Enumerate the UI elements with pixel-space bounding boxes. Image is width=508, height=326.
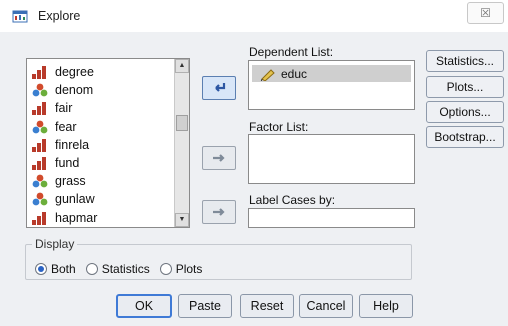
variable-item[interactable]: denom: [27, 81, 189, 99]
move-left-arrow-icon: [215, 83, 226, 92]
variable-item-label: degree: [55, 65, 94, 80]
variable-item-label: gunlaw: [55, 192, 95, 207]
variable-item[interactable]: hapmar: [27, 209, 189, 227]
dependent-list-box[interactable]: educ: [248, 60, 415, 110]
statistics-button[interactable]: Statistics...: [426, 50, 504, 72]
cancel-button[interactable]: Cancel: [299, 294, 353, 318]
variable-item[interactable]: gunlaw: [27, 190, 189, 208]
dependent-list-label: Dependent List:: [249, 45, 334, 59]
factor-list-label: Factor List:: [249, 120, 309, 134]
help-button[interactable]: Help: [359, 294, 413, 318]
move-to-label-cases-button[interactable]: [202, 200, 236, 224]
title-bar: Explore ☒: [0, 0, 508, 32]
move-to-factor-button[interactable]: [202, 146, 236, 170]
nominal-circles-icon: [32, 83, 48, 97]
nominal-circles-icon: [32, 193, 48, 206]
display-plots-label: Plots: [175, 262, 203, 276]
options-button[interactable]: Options...: [426, 101, 504, 123]
bootstrap-button[interactable]: Bootstrap...: [426, 126, 504, 148]
display-group-title: Display: [32, 237, 78, 251]
reset-button[interactable]: Reset: [240, 294, 294, 318]
variable-item[interactable]: finrela: [27, 136, 189, 154]
display-both-radio[interactable]: Both: [35, 262, 76, 276]
scroll-up-arrow-icon[interactable]: ▲: [175, 59, 189, 73]
ordinal-bar-icon: [32, 138, 46, 152]
plots-button[interactable]: Plots...: [426, 76, 504, 98]
label-cases-label: Label Cases by:: [249, 193, 336, 207]
variable-item-label: grass: [55, 174, 86, 189]
radio-unselected-icon: [159, 263, 172, 275]
variable-list-scrollbar[interactable]: ▲ ▼: [174, 59, 189, 227]
variable-item-label: fear: [55, 119, 77, 134]
variable-item[interactable]: fair: [27, 99, 189, 117]
nominal-circles-icon: [32, 174, 48, 188]
variable-item-label: fund: [55, 156, 80, 171]
spss-app-icon: [12, 8, 28, 24]
scroll-down-arrow-icon[interactable]: ▼: [175, 213, 189, 227]
ordinal-bar-icon: [32, 157, 46, 171]
variable-item[interactable]: fear: [27, 118, 189, 136]
variable-item-label: hapmar: [55, 210, 98, 225]
move-right-arrow-icon: [213, 154, 225, 162]
move-right-arrow-icon: [213, 208, 225, 216]
variable-item-label: denom: [55, 83, 94, 98]
display-plots-radio[interactable]: Plots: [159, 262, 203, 276]
display-both-label: Both: [51, 262, 76, 276]
display-statistics-radio[interactable]: Statistics: [85, 262, 150, 276]
close-button[interactable]: ☒: [467, 2, 504, 24]
variable-item[interactable]: degree: [27, 63, 189, 81]
source-variable-list[interactable]: degree denom fair fear finrela fund grass gunla…: [26, 58, 190, 228]
scroll-thumb[interactable]: [176, 115, 188, 131]
factor-list-box[interactable]: [248, 134, 415, 184]
display-radio-row: Both Statistics Plots: [35, 262, 212, 276]
window-title: Explore: [38, 9, 81, 23]
ordinal-bar-icon: [32, 211, 46, 225]
move-to-dependent-button[interactable]: [202, 76, 236, 100]
dependent-item-label: educ: [281, 66, 308, 81]
variable-item-label: fair: [55, 101, 73, 116]
display-statistics-label: Statistics: [101, 262, 150, 276]
paste-button[interactable]: Paste: [178, 294, 232, 318]
ok-button[interactable]: OK: [116, 294, 172, 318]
radio-unselected-icon: [85, 263, 98, 275]
radio-selected-icon: [35, 263, 47, 275]
variable-items: degree denom fair fear finrela fund grass gunla…: [27, 59, 189, 227]
variable-item-label: finrela: [55, 137, 90, 152]
display-group: Display Both Statistics Plots: [25, 237, 412, 280]
scale-pencil-icon: [260, 68, 275, 81]
variable-item[interactable]: grass: [27, 172, 189, 190]
label-cases-box[interactable]: [248, 208, 415, 228]
ordinal-bar-icon: [32, 66, 46, 80]
nominal-circles-icon: [32, 120, 48, 134]
ordinal-bar-icon: [32, 102, 46, 116]
explore-dialog: Explore ☒ degree denom fair fear finrela fund…: [0, 0, 508, 326]
variable-item[interactable]: fund: [27, 154, 189, 172]
dependent-list-item[interactable]: educ: [252, 65, 411, 82]
